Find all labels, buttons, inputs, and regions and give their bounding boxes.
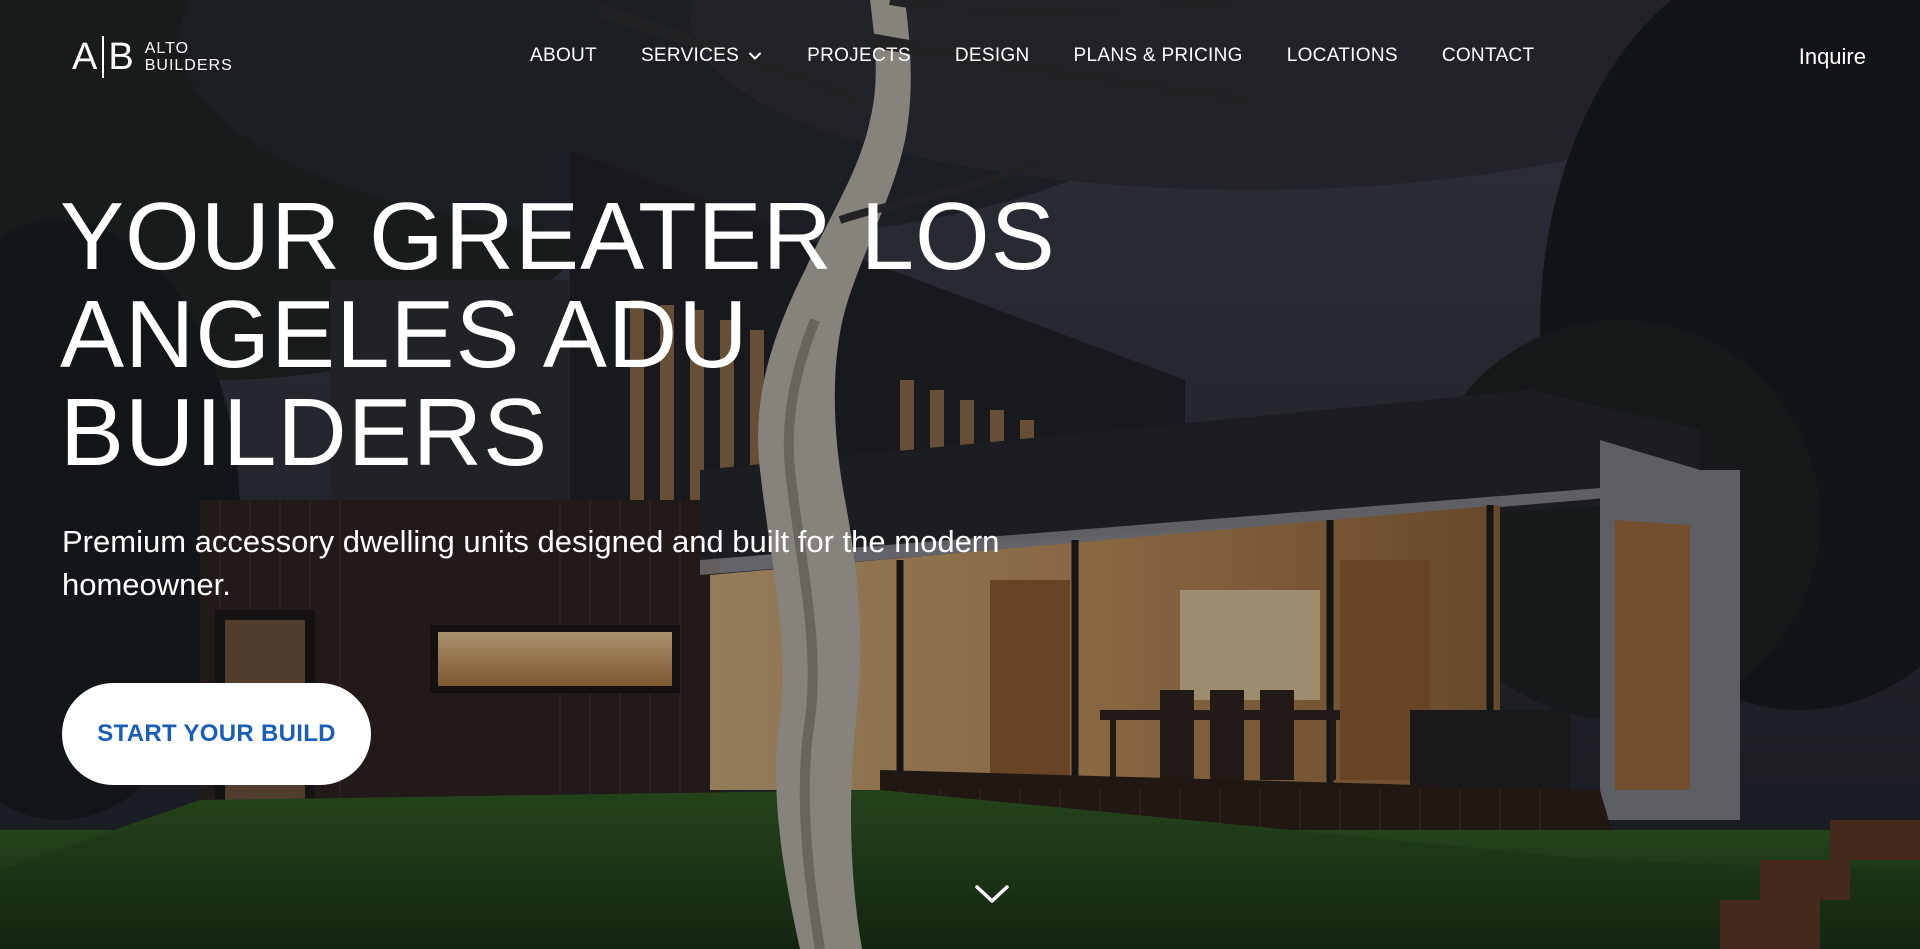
start-your-build-button[interactable]: START YOUR BUILD <box>62 683 371 785</box>
chevron-down-icon <box>749 52 762 60</box>
nav-item-label: SERVICES <box>640 45 740 66</box>
logo-mark: A B <box>72 36 135 78</box>
main-nav: ABOUT SERVICES PROJECTS DESIGN PLANS & P… <box>530 45 1534 67</box>
nav-item-label: CONTACT <box>1441 45 1535 66</box>
chevron-down-icon[interactable] <box>974 882 1010 906</box>
logo-mark-right: B <box>108 36 135 78</box>
nav-item-locations[interactable]: LOCATIONS <box>1287 45 1398 67</box>
nav-item-label: DESIGN <box>954 45 1030 66</box>
hero-section: A B ALTO BUILDERS ABOUT SERVICES PROJECT… <box>0 0 1920 949</box>
nav-item-contact[interactable]: CONTACT <box>1442 45 1535 67</box>
site-header: A B ALTO BUILDERS ABOUT SERVICES PROJECT… <box>0 0 1920 110</box>
logo-divider <box>102 36 105 78</box>
hero-subheadline: Premium accessory dwelling units designe… <box>62 524 1000 602</box>
nav-item-label: PLANS & PRICING <box>1073 45 1243 66</box>
nav-item-plans-pricing[interactable]: PLANS & PRICING <box>1074 45 1243 67</box>
logo-wordmark-line2: BUILDERS <box>144 57 233 74</box>
logo-wordmark-line1: ALTO <box>144 40 190 57</box>
site-logo[interactable]: A B ALTO BUILDERS <box>72 36 233 78</box>
nav-item-design[interactable]: DESIGN <box>955 45 1030 67</box>
nav-item-services[interactable]: SERVICES <box>641 45 763 67</box>
inquire-link[interactable]: Inquire <box>1799 44 1866 70</box>
logo-mark-left: A <box>72 36 99 78</box>
nav-item-label: ABOUT <box>530 45 597 66</box>
nav-item-label: LOCATIONS <box>1286 45 1398 66</box>
nav-item-projects[interactable]: PROJECTS <box>807 45 911 67</box>
logo-wordmark: ALTO BUILDERS <box>145 40 233 74</box>
nav-item-about[interactable]: ABOUT <box>530 45 597 67</box>
hero-headline: YOUR GREATER LOS ANGELES ADU BUILDERS <box>60 183 1056 486</box>
nav-item-label: PROJECTS <box>807 45 911 66</box>
